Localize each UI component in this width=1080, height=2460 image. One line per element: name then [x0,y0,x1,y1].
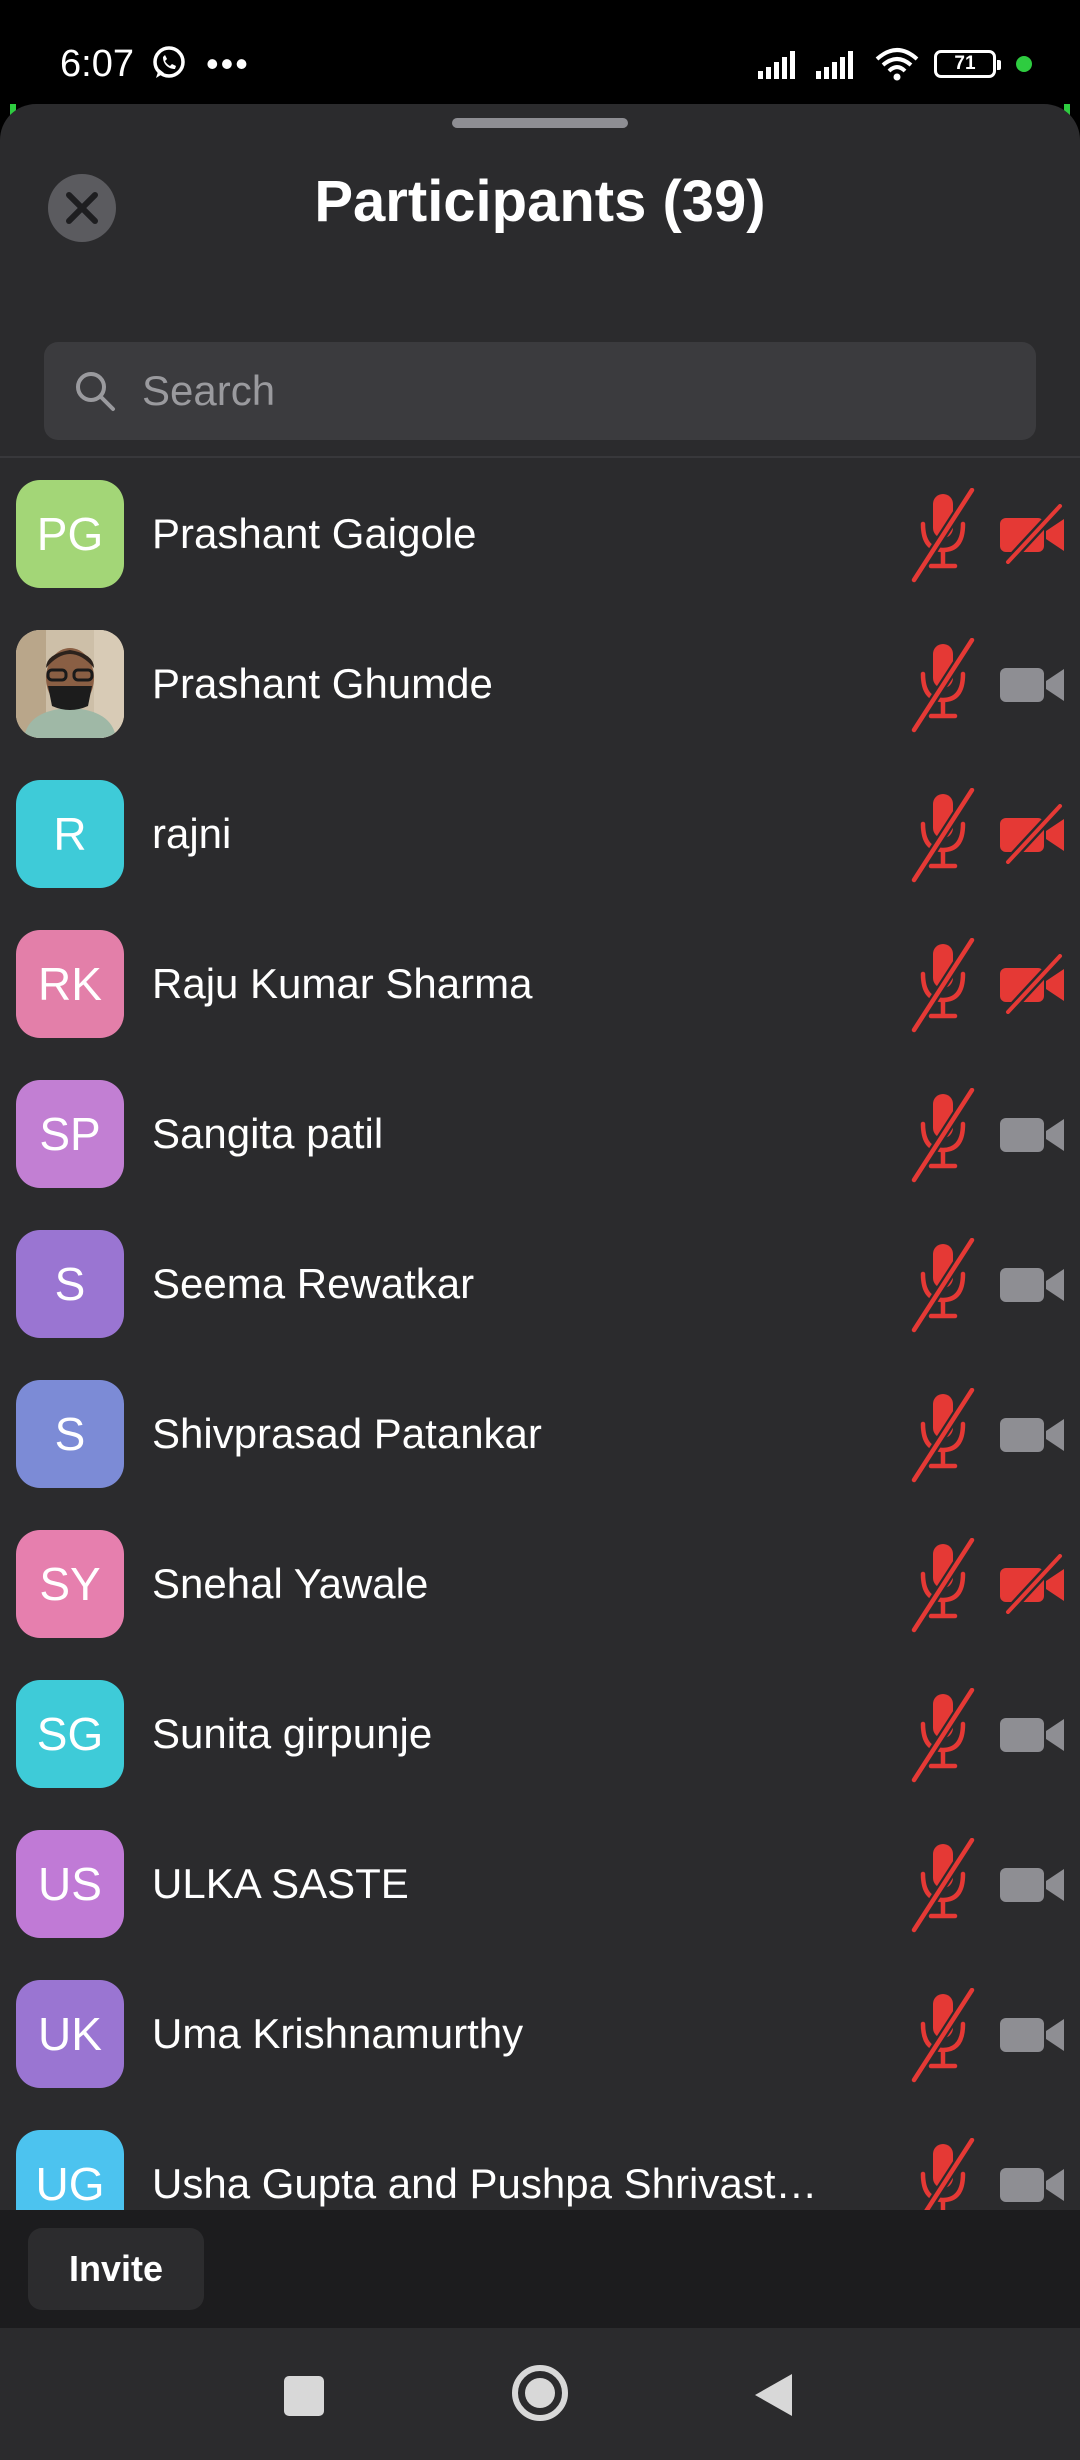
camera-icon[interactable] [998,2004,1066,2064]
participant-row[interactable]: S Shivprasad Patankar [0,1360,1080,1510]
bottom-bar: Invite [0,2210,1080,2328]
whatsapp-icon [150,44,188,87]
status-bar: 6:07 ••• 71 [0,0,1080,104]
back-icon[interactable] [752,2372,794,2418]
home-icon-inner [525,2378,555,2408]
participant-name: Shivprasad Patankar [152,1410,542,1457]
camera-icon[interactable] [998,1704,1066,1764]
participants-list[interactable]: PG Prashant Gaigole Prashant Ghumde Rrajni R… [0,460,1080,2316]
participant-row[interactable]: SY Snehal Yawale [0,1510,1080,1660]
search-icon [76,372,115,411]
home-icon[interactable] [512,2365,568,2421]
wifi-icon [875,48,919,81]
mic-muted-icon[interactable] [910,487,976,584]
participant-name: Prashant Ghumde [152,660,493,707]
drag-handle[interactable] [452,118,628,128]
participant-name: Snehal Yawale [152,1560,429,1607]
participant-name: rajni [152,810,232,857]
mic-muted-icon[interactable] [910,1837,976,1934]
camera-off-icon[interactable] [998,952,1066,1016]
avatar: UK [16,1980,124,2088]
camera-off-icon[interactable] [998,502,1066,566]
search-box[interactable] [44,342,1036,440]
avatar: SY [16,1530,124,1638]
signal-icon [758,51,795,79]
participant-name: ULKA SASTE [152,1860,409,1907]
participant-name: Prashant Gaigole [152,510,477,557]
participant-row[interactable]: PG Prashant Gaigole [0,460,1080,610]
search-input[interactable] [140,350,1036,432]
participant-row[interactable]: SG Sunita girpunje [0,1660,1080,1810]
participant-row[interactable]: UK Uma Krishnamurthy [0,1960,1080,2110]
camera-icon[interactable] [998,654,1066,714]
avatar: US [16,1830,124,1938]
camera-icon[interactable] [998,1254,1066,1314]
signal-icon [816,51,853,79]
camera-off-icon[interactable] [998,1552,1066,1616]
status-more-dots: ••• [206,43,250,84]
participant-name: Raju Kumar Sharma [152,960,533,1007]
battery-icon: 71 [934,50,1001,78]
participant-name: Usha Gupta and Pushpa Shrivast… [152,2160,818,2207]
avatar: S [16,1380,124,1488]
mic-muted-icon[interactable] [910,787,976,884]
participant-row[interactable]: US ULKA SASTE [0,1810,1080,1960]
participant-name: Uma Krishnamurthy [152,2010,524,2057]
avatar: RK [16,930,124,1038]
camera-icon[interactable] [998,1404,1066,1464]
page-title: Participants (39) [314,169,766,234]
mic-muted-icon[interactable] [910,1537,976,1634]
participant-name: Sunita girpunje [152,1710,433,1757]
mic-muted-icon[interactable] [910,1687,976,1784]
battery-level: 71 [954,53,976,74]
divider [0,456,1080,458]
close-button[interactable] [48,174,116,242]
mic-muted-icon[interactable] [910,1987,976,2084]
camera-off-icon[interactable] [998,802,1066,866]
mic-muted-icon[interactable] [910,1087,976,1184]
close-icon [66,192,98,224]
camera-icon[interactable] [998,1854,1066,1914]
camera-icon[interactable] [998,1104,1066,1164]
participant-row[interactable]: Rrajni [0,760,1080,910]
mic-muted-icon[interactable] [910,937,976,1034]
participant-row[interactable]: Prashant Ghumde [0,610,1080,760]
mic-muted-icon[interactable] [910,1237,976,1334]
privacy-indicator-dot [1016,56,1032,72]
participants-sheet: Participants (39) PG Prashant Gaigole Pras… [0,104,1080,2328]
recents-icon[interactable] [284,2376,324,2416]
participant-row[interactable]: S Seema Rewatkar [0,1210,1080,1360]
participant-name: Sangita patil [152,1110,384,1157]
avatar: R [16,780,124,888]
avatar [16,630,124,738]
avatar: PG [16,480,124,588]
camera-icon[interactable] [998,2154,1066,2214]
mic-muted-icon[interactable] [910,1387,976,1484]
avatar: SG [16,1680,124,1788]
invite-button[interactable]: Invite [28,2228,204,2310]
system-nav-bar [0,2328,1080,2460]
participant-row[interactable]: SP Sangita patil [0,1060,1080,1210]
avatar: SP [16,1080,124,1188]
avatar: S [16,1230,124,1338]
status-icons: 71 [758,44,1032,84]
mic-muted-icon[interactable] [910,637,976,734]
participant-row[interactable]: RK Raju Kumar Sharma [0,910,1080,1060]
status-time: 6:07 [60,43,134,85]
participant-name: Seema Rewatkar [152,1260,475,1307]
